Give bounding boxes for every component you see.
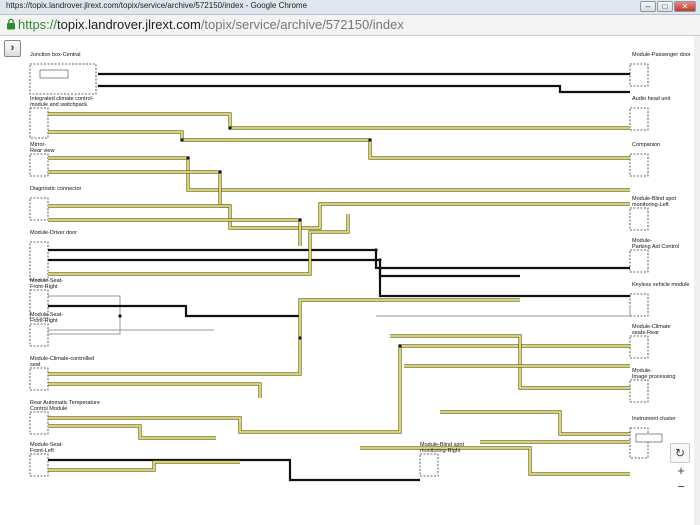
maximize-button[interactable]: □: [657, 1, 673, 12]
window-title: https://topix.landrover.jlrext.com/topix…: [6, 1, 308, 10]
module-box-cluster: [629, 427, 649, 459]
wiring-diagram[interactable]: [0, 36, 700, 525]
cluster-inset-box: [635, 433, 663, 443]
wire-yellow-outline: [48, 218, 302, 246]
module-box-ccrear: [629, 335, 649, 359]
module-label-bsr: Module-Blind spot monitoring-Right: [420, 442, 465, 454]
module-label-diag: Diagnostic connector: [30, 186, 82, 192]
module-label-pdoor: Module-Passenger door: [632, 52, 691, 58]
wire-grey: [376, 308, 631, 317]
wire-yellow-outline: [440, 410, 630, 436]
wire-yellow-outline: [48, 424, 216, 440]
url-scheme: https://: [18, 17, 58, 32]
module-box-keyless: [629, 293, 649, 317]
module-box-bsr: [419, 453, 439, 477]
refresh-icon[interactable]: ↻: [670, 443, 690, 463]
module-label-ccrear: Module-Climate seats-Rear: [632, 324, 671, 336]
minimize-button[interactable]: –: [640, 1, 656, 12]
wire-yellow: [48, 425, 216, 439]
splice-dot: [368, 138, 372, 142]
title-bar: https://topix.landrover.jlrext.com/topix…: [0, 0, 700, 15]
wire-black: [378, 268, 630, 298]
wire-yellow: [48, 113, 630, 129]
module-box-ccseat: [29, 367, 49, 391]
module-box-ratc: [29, 411, 49, 435]
module-box-ddoor: [29, 241, 49, 281]
module-label-mirror: Mirror- Rear view: [30, 142, 55, 154]
module-label-companion: Companion: [632, 142, 661, 148]
module-label-ccseat: Module-Climate-controlled seat: [30, 356, 95, 368]
wire-yellow-outline: [48, 214, 350, 276]
module-label-keyless: Keyless vehicle module: [632, 282, 690, 288]
url-text[interactable]: https://topix.landrover.jlrext.com/topix…: [18, 17, 404, 32]
splice-dot: [180, 138, 184, 142]
wire-yellow: [440, 411, 630, 435]
splice-dot: [118, 314, 122, 318]
module-box-companion: [629, 153, 649, 177]
splice-dot: [228, 126, 232, 130]
jb-inset-box: [39, 69, 69, 79]
wire-yellow: [48, 214, 349, 275]
module-label-icc: Integrated climate control-module and sw…: [30, 96, 94, 108]
module-box-mirror: [29, 153, 49, 177]
splice-dot: [186, 156, 190, 160]
module-box-seatfr2: [29, 323, 49, 347]
wire-yellow: [360, 447, 630, 475]
wire-yellow: [48, 219, 301, 246]
wire-black: [98, 84, 630, 94]
lock-icon: [7, 18, 15, 30]
module-label-seatfl: Module-Seat- Front-Left: [30, 442, 64, 454]
splice-dot: [218, 170, 222, 174]
splice-dot: [298, 336, 302, 340]
module-label-bsl: Module-Blind spot monitoring-Left: [632, 196, 677, 208]
module-box-park: [629, 249, 649, 273]
splice-dot: [378, 258, 382, 262]
module-box-seatfl: [29, 453, 49, 477]
page-content: Junction box-Central Integrated climate c…: [0, 36, 700, 525]
module-box-audio: [629, 107, 649, 131]
wire-yellow-outline: [360, 446, 630, 476]
wire-black: [48, 304, 302, 338]
module-box-image: [629, 379, 649, 403]
module-box-pdoor: [629, 63, 649, 87]
expand-panel-button[interactable]: ›: [4, 40, 21, 57]
module-label-jb: Junction box-Central: [30, 52, 81, 58]
wire-yellow: [390, 335, 630, 389]
module-label-image: Module- Image processing: [632, 368, 676, 380]
vertical-scrollbar[interactable]: [694, 36, 700, 525]
splice-dot: [298, 218, 302, 222]
module-label-audio: Audio head unit: [632, 96, 671, 102]
wire-yellow-outline: [48, 130, 630, 160]
module-box-bsl: [629, 207, 649, 231]
close-button[interactable]: ✕: [674, 1, 696, 12]
module-label-seatfr1: Module-Seat- Front-Right: [30, 278, 64, 290]
url-host: topix.landrover.jlrext.com: [57, 17, 201, 32]
module-label-park: Module- Parking Aid Control: [632, 238, 680, 250]
wire-yellow-outline: [390, 334, 630, 390]
url-path: /topix/service/archive/572150/index: [200, 17, 404, 32]
splice-dot: [374, 248, 378, 252]
module-box-icc: [29, 107, 49, 139]
splice-dot: [398, 344, 402, 348]
wire-yellow-outline: [48, 460, 240, 472]
module-label-seatfr2: Module-Seat- Front-Right: [30, 312, 64, 324]
module-label-cluster: Instrument cluster: [632, 416, 676, 422]
module-label-ddoor: Module-Driver door: [30, 230, 78, 236]
wire-yellow: [48, 157, 630, 191]
module-label-ratc: Rear Automatic Temperature Control Module: [30, 400, 100, 412]
module-box-diag: [29, 197, 49, 221]
zoom-out-icon[interactable]: −: [672, 478, 690, 496]
wire-yellow: [48, 131, 630, 159]
wire-yellow-outline: [48, 382, 262, 398]
module-box-jb: [29, 63, 97, 95]
wire-yellow: [48, 383, 261, 398]
wire-yellow-outline: [48, 156, 630, 192]
wire-yellow-outline: [48, 202, 630, 230]
wire-yellow-outline: [48, 112, 630, 130]
address-bar[interactable]: https://topix.landrover.jlrext.com/topix…: [0, 15, 700, 36]
